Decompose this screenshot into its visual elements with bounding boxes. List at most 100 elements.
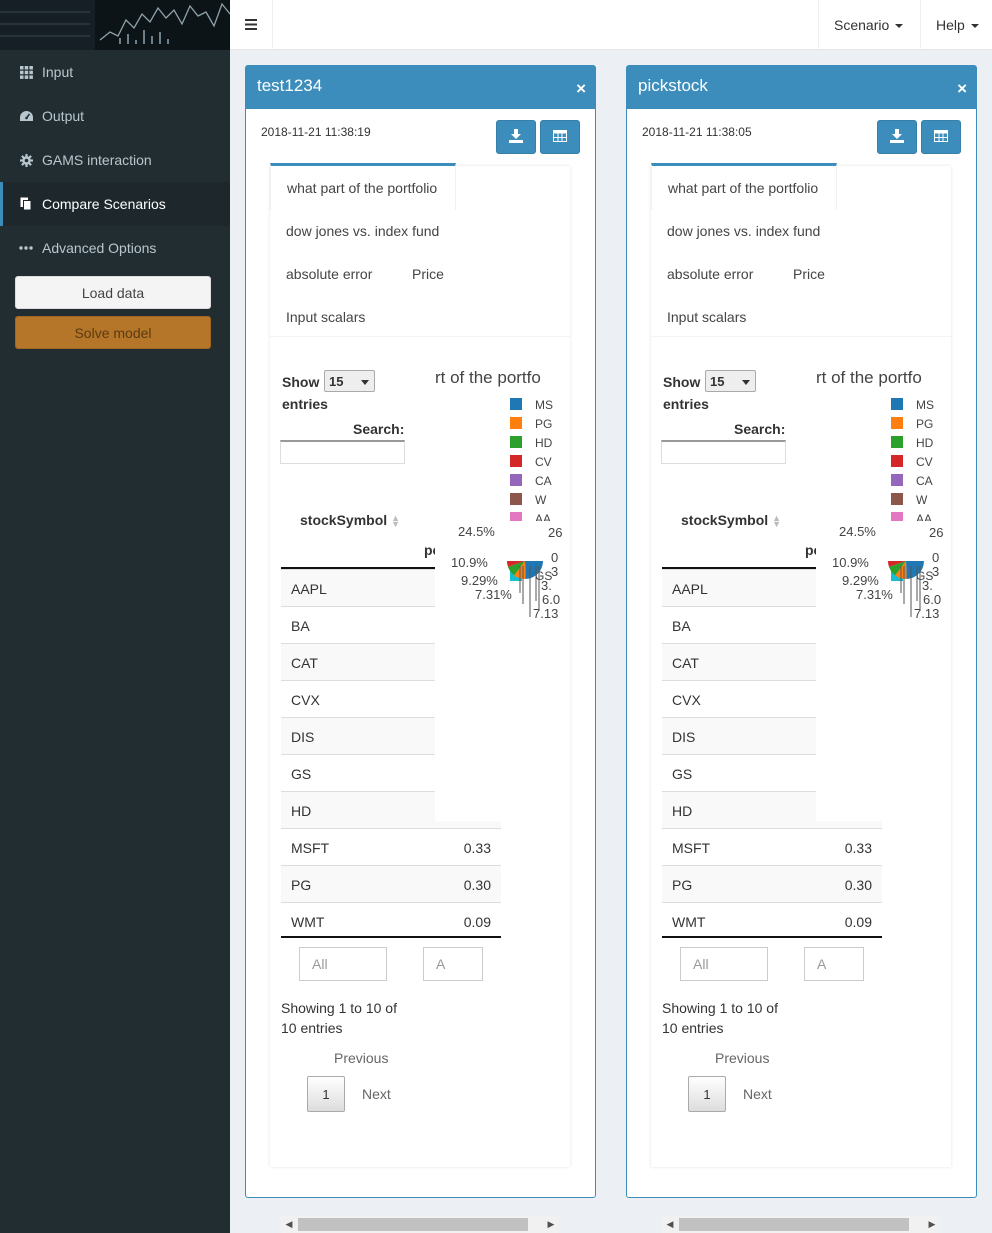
tab-what-part-of-portfolio[interactable]: what part of the portfolio [651, 163, 837, 210]
scroll-right-icon[interactable]: ▶ [546, 1219, 556, 1230]
legend-swatch [510, 417, 522, 429]
pie-percent-label: 3 [551, 564, 558, 579]
filter-all-input[interactable]: All [680, 947, 768, 981]
table-info-line2: 10 entries [281, 1020, 343, 1036]
tabs-divider [270, 336, 570, 337]
next-page-button[interactable]: Next [362, 1086, 391, 1102]
page-1-button[interactable]: 1 [688, 1076, 726, 1112]
tab-dow-jones-vs-index-fund[interactable]: dow jones vs. index fund [286, 223, 439, 239]
horizontal-scrollbar[interactable]: ◀ ▶ [281, 1216, 559, 1233]
next-page-button[interactable]: Next [743, 1086, 772, 1102]
scenario-box-header: test1234 × [246, 66, 595, 109]
entries-label: entries [663, 396, 709, 412]
legend-label: HD [916, 436, 934, 450]
stock-symbol-cell: PG [672, 877, 693, 893]
previous-page-button[interactable]: Previous [334, 1050, 388, 1066]
table-view-button[interactable] [921, 120, 961, 154]
close-scenario-button[interactable]: × [576, 80, 586, 97]
download-button[interactable] [496, 120, 536, 154]
download-button[interactable] [877, 120, 917, 154]
tab-absolute-error[interactable]: absolute error [667, 266, 753, 282]
table-row: MSFT 0.33 [662, 828, 882, 865]
filter-second-input[interactable]: A [423, 947, 483, 981]
tab-label: Price [412, 266, 444, 282]
legend-label: MS [916, 398, 934, 412]
page-length-select[interactable]: 15 [324, 370, 375, 392]
entries-label: entries [282, 396, 328, 412]
pie-percent-label: 0 [932, 550, 939, 565]
legend-label: HD [535, 436, 553, 450]
solve-model-button[interactable]: Solve model [15, 316, 211, 349]
legend-swatch [891, 474, 903, 486]
table-icon [934, 129, 948, 145]
scenario-box-1: test1234 × 2018-11-21 11:38:19 what part… [245, 65, 596, 1233]
stock-symbol-cell: BA [672, 618, 691, 634]
page-1-button[interactable]: 1 [307, 1076, 345, 1112]
pie-percent-label: 7.31% [856, 587, 893, 602]
stock-symbol-cell: DIS [291, 729, 315, 745]
stock-symbol-cell: GS [672, 766, 693, 782]
legend-label: CV [535, 455, 552, 469]
legend-label: PG [916, 417, 933, 431]
pie-percent-label: 0 [551, 550, 558, 565]
scrollbar-thumb[interactable] [679, 1218, 909, 1231]
sidebar-item-gams-interaction[interactable]: GAMS interaction [0, 138, 230, 182]
stock-symbol-cell: HD [291, 803, 312, 819]
tab-absolute-error[interactable]: absolute error [286, 266, 372, 282]
pie-percent-label: 24.5% [839, 524, 876, 539]
search-input[interactable] [280, 440, 405, 464]
close-scenario-button[interactable]: × [957, 80, 967, 97]
filter-second-input[interactable]: A [804, 947, 864, 981]
stock-symbol-cell: CVX [291, 692, 320, 708]
legend-swatch [891, 436, 903, 448]
scroll-left-icon[interactable]: ◀ [665, 1219, 675, 1230]
sidebar-item-input[interactable]: Input [0, 50, 230, 94]
legend-swatch [510, 436, 522, 448]
pie-percent-label: 9.29% [842, 573, 879, 588]
sidebar-item-compare-scenarios[interactable]: Compare Scenarios [0, 182, 230, 226]
pie-percent-label: 10.9% [832, 555, 869, 570]
legend-swatch [891, 417, 903, 429]
tab-price[interactable]: Price [793, 266, 825, 282]
stock-symbol-cell: WMT [291, 914, 325, 930]
search-input[interactable] [661, 440, 786, 464]
portfolio-pie-chart: rt of the portfoMSPGHDCVCAWAABADIGS24.5%… [816, 361, 951, 821]
filter-all-input[interactable]: All [299, 947, 387, 981]
sidebar-toggle-button[interactable] [230, 0, 273, 50]
tab-label: what part of the portfolio [287, 180, 438, 196]
sidebar-item-output[interactable]: Output [0, 94, 230, 138]
stock-symbol-cell: WMT [672, 914, 706, 930]
column-header-stocksymbol[interactable]: stockSymbol ▲ ▼ [681, 512, 781, 529]
tab-input-scalars[interactable]: Input scalars [286, 309, 365, 325]
scenario-menu[interactable]: Scenario [818, 0, 920, 50]
horizontal-scrollbar[interactable]: ◀ ▶ [662, 1216, 940, 1233]
tab-price[interactable]: Price [412, 266, 444, 282]
scrollbar-thumb[interactable] [298, 1218, 528, 1231]
scenario-menu-label: Scenario [834, 17, 890, 33]
scroll-left-icon[interactable]: ◀ [284, 1219, 294, 1230]
table-icon [553, 129, 567, 145]
table-view-button[interactable] [540, 120, 580, 154]
tab-label: dow jones vs. index fund [286, 223, 440, 239]
hamburger-icon [245, 17, 257, 33]
previous-page-button[interactable]: Previous [715, 1050, 769, 1066]
sidebar-item-advanced-options[interactable]: Advanced Options [0, 226, 230, 270]
tab-input-scalars[interactable]: Input scalars [667, 309, 746, 325]
load-data-button[interactable]: Load data [15, 276, 211, 309]
ellipsis-icon [18, 240, 34, 256]
legend-label: CA [535, 474, 552, 488]
help-menu[interactable]: Help [920, 0, 992, 50]
page-length-select[interactable]: 15 [705, 370, 756, 392]
grid-icon [18, 64, 34, 80]
stock-symbol-cell: HD [672, 803, 693, 819]
scenario-timestamp: 2018-11-21 11:38:05 [642, 125, 752, 139]
download-icon [509, 128, 523, 146]
tab-dow-jones-vs-index-fund[interactable]: dow jones vs. index fund [667, 223, 820, 239]
help-menu-label: Help [936, 17, 965, 33]
scroll-right-icon[interactable]: ▶ [927, 1219, 937, 1230]
legend-swatch [510, 474, 522, 486]
column-header-stocksymbol[interactable]: stockSymbol ▲ ▼ [300, 512, 400, 529]
tab-what-part-of-portfolio[interactable]: what part of the portfolio [270, 163, 456, 210]
table-info-line1: Showing 1 to 10 of [662, 1000, 778, 1016]
legend-swatch [510, 398, 522, 410]
